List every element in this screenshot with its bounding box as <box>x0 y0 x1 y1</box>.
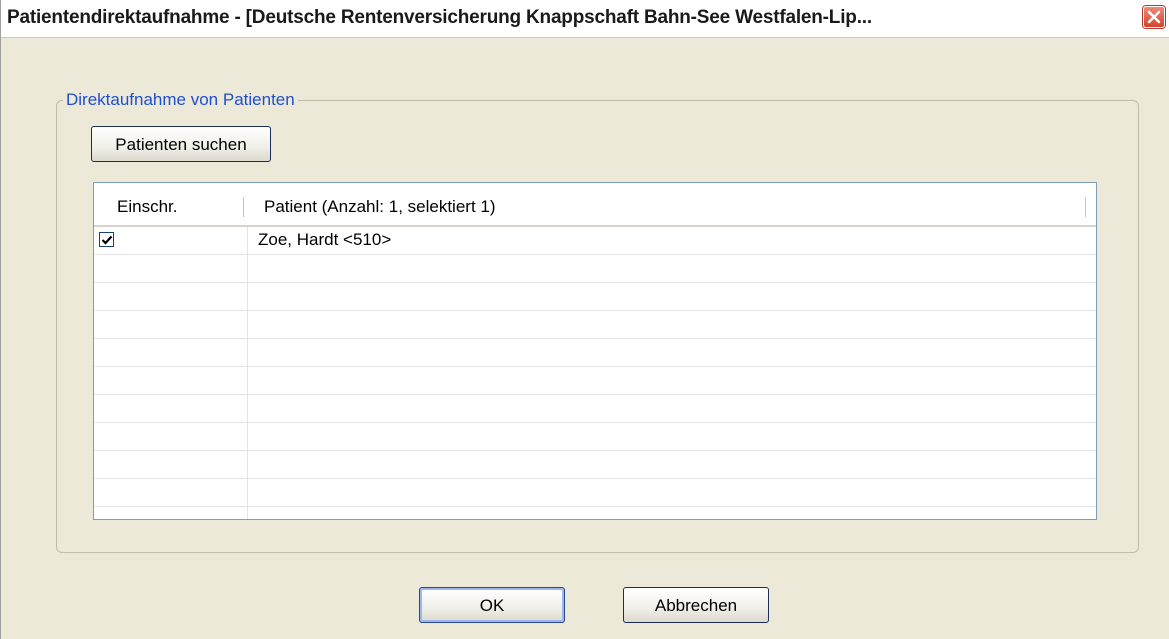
table-row <box>94 339 1096 367</box>
column-separator[interactable] <box>1085 197 1086 217</box>
table-header: Einschr. Patient (Anzahl: 1, selektiert … <box>94 183 1096 227</box>
close-button[interactable] <box>1143 6 1165 28</box>
patient-table[interactable]: Einschr. Patient (Anzahl: 1, selektiert … <box>93 182 1097 520</box>
close-icon <box>1147 10 1161 24</box>
restriction-checkbox[interactable] <box>99 232 114 247</box>
search-patients-button[interactable]: Patienten suchen <box>91 126 271 162</box>
table-row <box>94 451 1096 479</box>
ok-button[interactable]: OK <box>419 587 565 623</box>
dialog-window: Patientendirektaufnahme - [Deutsche Rent… <box>0 0 1169 639</box>
column-header-restriction[interactable]: Einschr. <box>117 197 177 217</box>
group-legend: Direktaufnahme von Patienten <box>63 90 298 110</box>
window-title: Patientendirektaufnahme - [Deutsche Rent… <box>7 7 872 28</box>
table-row <box>94 423 1096 451</box>
table-row <box>94 395 1096 423</box>
table-row <box>94 479 1096 507</box>
table-row[interactable]: Zoe, Hardt <510> <box>94 227 1096 255</box>
table-row <box>94 283 1096 311</box>
cancel-button[interactable]: Abbrechen <box>623 587 769 623</box>
patient-cell: Zoe, Hardt <510> <box>258 230 392 249</box>
column-separator[interactable] <box>243 197 244 217</box>
table-row <box>94 255 1096 283</box>
column-header-patient[interactable]: Patient (Anzahl: 1, selektiert 1) <box>264 197 496 217</box>
table-row <box>94 311 1096 339</box>
table-row <box>94 367 1096 395</box>
checkmark-icon <box>101 235 113 245</box>
title-bar[interactable]: Patientendirektaufnahme - [Deutsche Rent… <box>1 0 1169 38</box>
